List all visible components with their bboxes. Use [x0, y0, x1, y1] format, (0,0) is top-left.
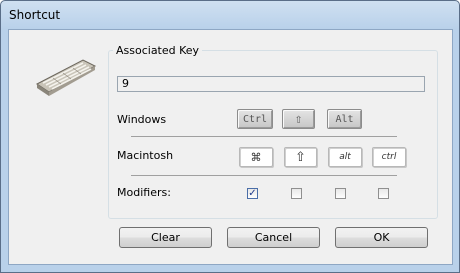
- associated-key-field[interactable]: 9: [117, 76, 425, 92]
- win-ctrl-key[interactable]: Ctrl: [237, 109, 273, 129]
- title-bar: Shortcut: [1, 1, 459, 29]
- modifier-alt-checkbox[interactable]: [335, 188, 346, 199]
- modifier-shift-checkbox[interactable]: [291, 188, 302, 199]
- mac-control-key[interactable]: ctrl: [372, 147, 406, 167]
- keyboard-icon: [36, 59, 97, 96]
- shortcut-dialog: Shortcut Associated Key 9 Windows Ctrl ⇧: [0, 0, 460, 273]
- modifier-ctrl-mac-checkbox[interactable]: [378, 188, 389, 199]
- mac-command-key[interactable]: ⌘: [239, 147, 273, 167]
- modifiers-label: Modifiers:: [117, 186, 171, 199]
- clear-button[interactable]: Clear: [119, 227, 212, 248]
- windows-label: Windows: [117, 113, 167, 126]
- cancel-button[interactable]: Cancel: [227, 227, 320, 248]
- ok-button[interactable]: OK: [335, 227, 428, 248]
- macintosh-label: Macintosh: [117, 149, 174, 162]
- divider-macintosh: [131, 175, 397, 176]
- divider-windows: [131, 136, 397, 137]
- window-title: Shortcut: [9, 8, 61, 22]
- mac-shift-key[interactable]: ⇧: [284, 147, 317, 167]
- modifier-ctrl-checkbox[interactable]: ✓: [247, 188, 258, 199]
- dialog-body: Associated Key 9 Windows Ctrl ⇧ Alt Maci…: [8, 29, 453, 265]
- mac-option-key[interactable]: alt: [328, 147, 362, 167]
- win-shift-key[interactable]: ⇧: [282, 109, 315, 129]
- associated-key-label: Associated Key: [113, 44, 203, 57]
- win-alt-key[interactable]: Alt: [327, 109, 362, 129]
